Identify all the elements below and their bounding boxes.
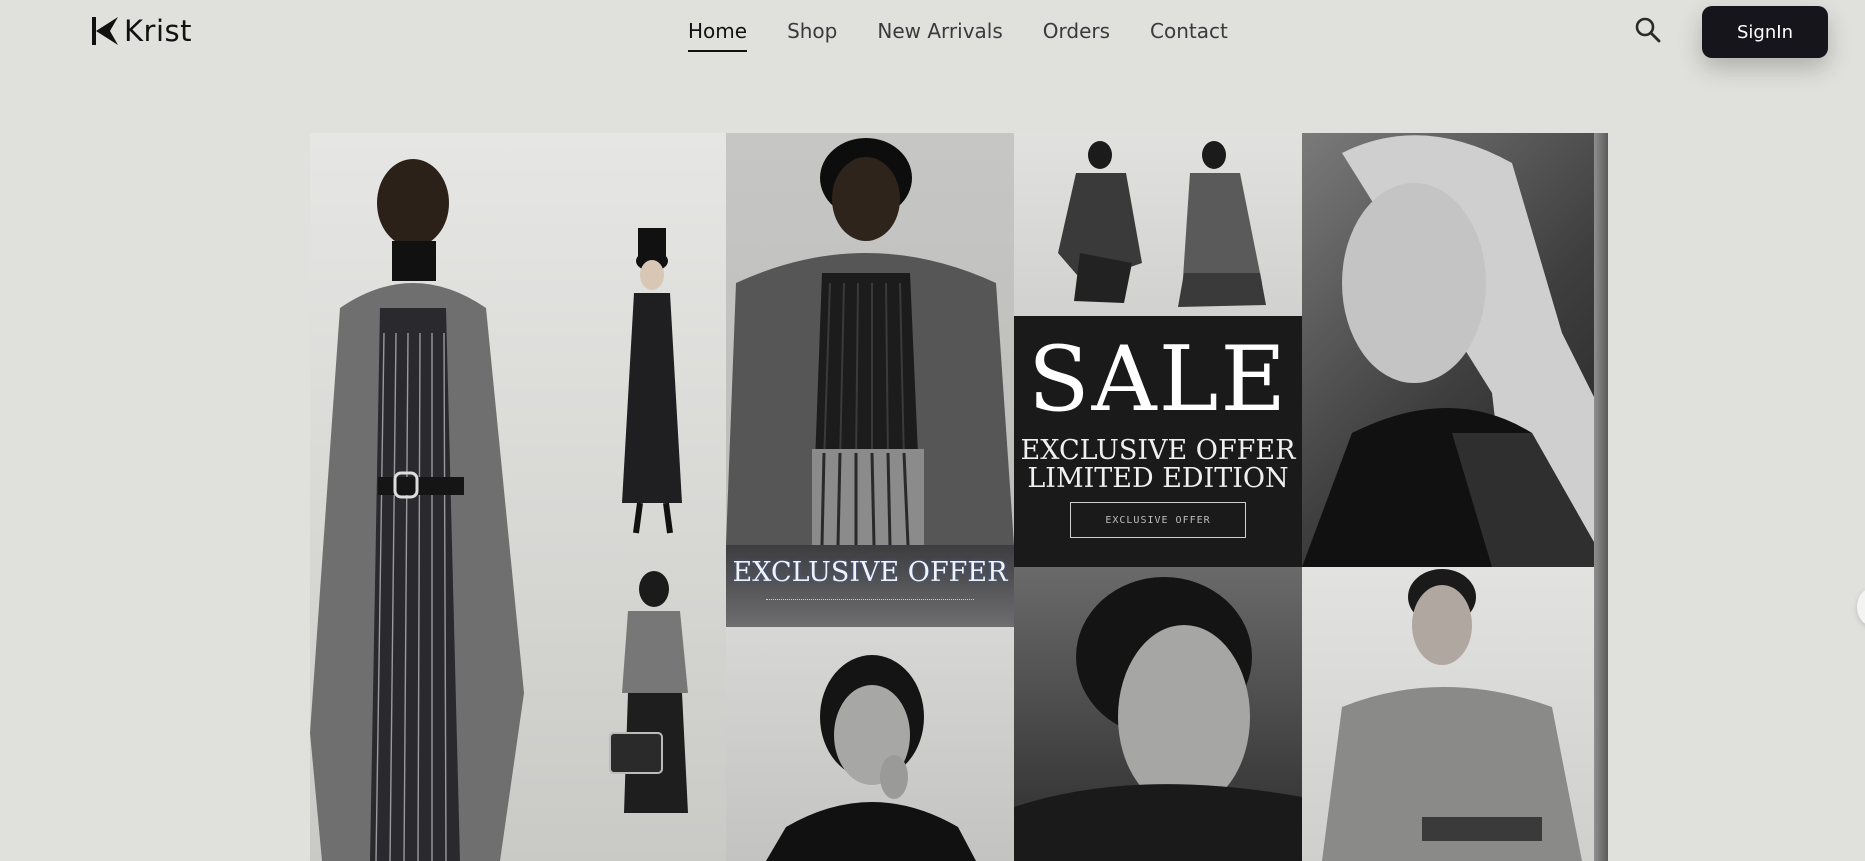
nav-shop[interactable]: Shop xyxy=(787,16,837,50)
krist-logo-icon xyxy=(92,17,118,45)
sale-title: SALE xyxy=(1027,327,1289,432)
sale-subtitle-exclusive: EXCLUSIVE OFFER xyxy=(1020,435,1296,466)
brand-name: Krist xyxy=(124,14,192,48)
hero-image-model-coat xyxy=(310,133,726,861)
nav-orders[interactable]: Orders xyxy=(1043,16,1110,50)
nav-new-arrivals[interactable]: New Arrivals xyxy=(877,16,1002,50)
hero-image-model-tweed xyxy=(726,133,1014,545)
site-header: Krist Home Shop New Arrivals Orders Cont… xyxy=(0,0,1865,64)
sale-cta-button[interactable]: EXCLUSIVE OFFER xyxy=(1070,502,1246,538)
hero-image-male-portrait xyxy=(1014,567,1302,861)
hero-image-knit-sweater xyxy=(1302,567,1608,861)
floating-side-control[interactable] xyxy=(1857,588,1865,626)
exclusive-offer-banner[interactable]: EXCLUSIVE OFFER xyxy=(726,545,1014,627)
nav-home[interactable]: Home xyxy=(688,16,748,52)
hero-image-woman-portrait xyxy=(726,627,1014,861)
main-nav: Home Shop New Arrivals Orders Contact xyxy=(688,16,1228,52)
hero-edge-shade xyxy=(1594,133,1608,861)
hero-image-two-models xyxy=(1014,133,1302,316)
search-button[interactable] xyxy=(1632,14,1664,46)
hero-image-platinum-model xyxy=(1302,133,1608,567)
sale-subtitle-limited: LIMITED EDITION xyxy=(1027,463,1289,494)
hero-collage[interactable]: EXCLUSIVE OFFER SALE EXCLUSIVE OFFER LIM… xyxy=(310,133,1608,861)
brand-logo[interactable]: Krist xyxy=(92,14,192,48)
exclusive-offer-title: EXCLUSIVE OFFER xyxy=(732,557,1008,588)
banner-divider xyxy=(766,599,974,601)
nav-contact[interactable]: Contact xyxy=(1150,16,1228,50)
search-icon xyxy=(1635,17,1661,43)
signin-button[interactable]: SignIn xyxy=(1702,6,1828,58)
